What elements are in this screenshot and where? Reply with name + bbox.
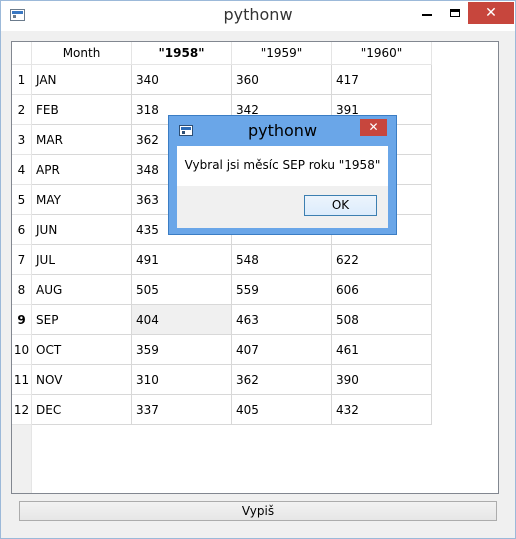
maximize-icon — [450, 9, 460, 17]
table-cell[interactable]: 432 — [332, 395, 432, 425]
close-icon: ✕ — [368, 120, 379, 134]
row-header[interactable]: 12 — [12, 395, 32, 425]
table-cell[interactable]: 390 — [332, 365, 432, 395]
row-header[interactable]: 4 — [12, 155, 32, 185]
table-cell[interactable]: APR — [32, 155, 132, 185]
dialog-body: Vybral jsi měsíc SEP roku "1958" OK — [177, 146, 388, 228]
column-header[interactable]: "1958" — [132, 42, 232, 65]
table-cell[interactable]: DEC — [32, 395, 132, 425]
table-cell[interactable]: 337 — [132, 395, 232, 425]
ok-button[interactable]: OK — [304, 195, 377, 216]
table-cell[interactable]: JUN — [32, 215, 132, 245]
table-cell[interactable]: 405 — [232, 395, 332, 425]
table-cell[interactable]: 461 — [332, 335, 432, 365]
table-cell[interactable]: 508 — [332, 305, 432, 335]
message-dialog: pythonw ✕ Vybral jsi měsíc SEP roku "195… — [168, 115, 397, 235]
row-header-filler — [12, 425, 32, 493]
column-header[interactable]: "1959" — [232, 42, 332, 65]
dialog-message: Vybral jsi měsíc SEP roku "1958" — [184, 158, 381, 172]
row-header[interactable]: 3 — [12, 125, 32, 155]
table-cell[interactable]: JUL — [32, 245, 132, 275]
table-cell[interactable]: 463 — [232, 305, 332, 335]
row-header[interactable]: 7 — [12, 245, 32, 275]
vypis-button[interactable]: Vypiš — [19, 501, 497, 521]
table-cell[interactable]: 559 — [232, 275, 332, 305]
row-header[interactable]: 9 — [12, 305, 32, 335]
table-cell[interactable]: SEP — [32, 305, 132, 335]
row-header[interactable]: 8 — [12, 275, 32, 305]
table-cell[interactable]: 417 — [332, 65, 432, 95]
main-area: Month "1958" "1959" "1960" 1 JAN 340 360 417 2 FEB… — [1, 31, 515, 538]
table-cell[interactable]: 622 — [332, 245, 432, 275]
row-header[interactable]: 1 — [12, 65, 32, 95]
dialog-title-bar[interactable]: pythonw ✕ — [169, 116, 396, 145]
main-window: pythonw ✕ Month "1958" "1959" "1960" 1 JAN 340… — [0, 0, 516, 539]
table-cell[interactable]: OCT — [32, 335, 132, 365]
table-cell[interactable]: 548 — [232, 245, 332, 275]
row-header[interactable]: 11 — [12, 365, 32, 395]
maximize-button[interactable] — [442, 2, 468, 24]
table-cell[interactable]: 340 — [132, 65, 232, 95]
table-cell[interactable]: JAN — [32, 65, 132, 95]
table-cell[interactable]: FEB — [32, 95, 132, 125]
dialog-close-button[interactable]: ✕ — [360, 119, 387, 136]
close-button[interactable]: ✕ — [468, 2, 514, 24]
dialog-footer: OK — [177, 186, 388, 228]
table-cell[interactable]: 606 — [332, 275, 432, 305]
table-cell[interactable]: 310 — [132, 365, 232, 395]
row-header[interactable]: 2 — [12, 95, 32, 125]
data-table[interactable]: Month "1958" "1959" "1960" 1 JAN 340 360 417 2 FEB… — [11, 41, 499, 494]
row-header[interactable]: 5 — [12, 185, 32, 215]
title-bar[interactable]: pythonw ✕ — [1, 1, 515, 31]
column-header[interactable]: "1960" — [332, 42, 432, 65]
table-cell[interactable]: 362 — [232, 365, 332, 395]
minimize-icon — [422, 14, 432, 16]
table-cell[interactable]: 505 — [132, 275, 232, 305]
table-cell[interactable]: 404 — [132, 305, 232, 335]
row-header[interactable]: 6 — [12, 215, 32, 245]
table-cell[interactable]: 407 — [232, 335, 332, 365]
table-cell[interactable]: 360 — [232, 65, 332, 95]
minimize-button[interactable] — [413, 2, 441, 24]
close-icon: ✕ — [485, 5, 497, 21]
table-cell[interactable]: MAR — [32, 125, 132, 155]
table-cell[interactable]: 359 — [132, 335, 232, 365]
table-cell[interactable]: 491 — [132, 245, 232, 275]
column-header[interactable]: Month — [32, 42, 132, 65]
table-cell[interactable]: NOV — [32, 365, 132, 395]
row-header[interactable]: 10 — [12, 335, 32, 365]
table-cell[interactable]: MAY — [32, 185, 132, 215]
table-cell[interactable]: AUG — [32, 275, 132, 305]
table-corner[interactable] — [12, 42, 32, 65]
